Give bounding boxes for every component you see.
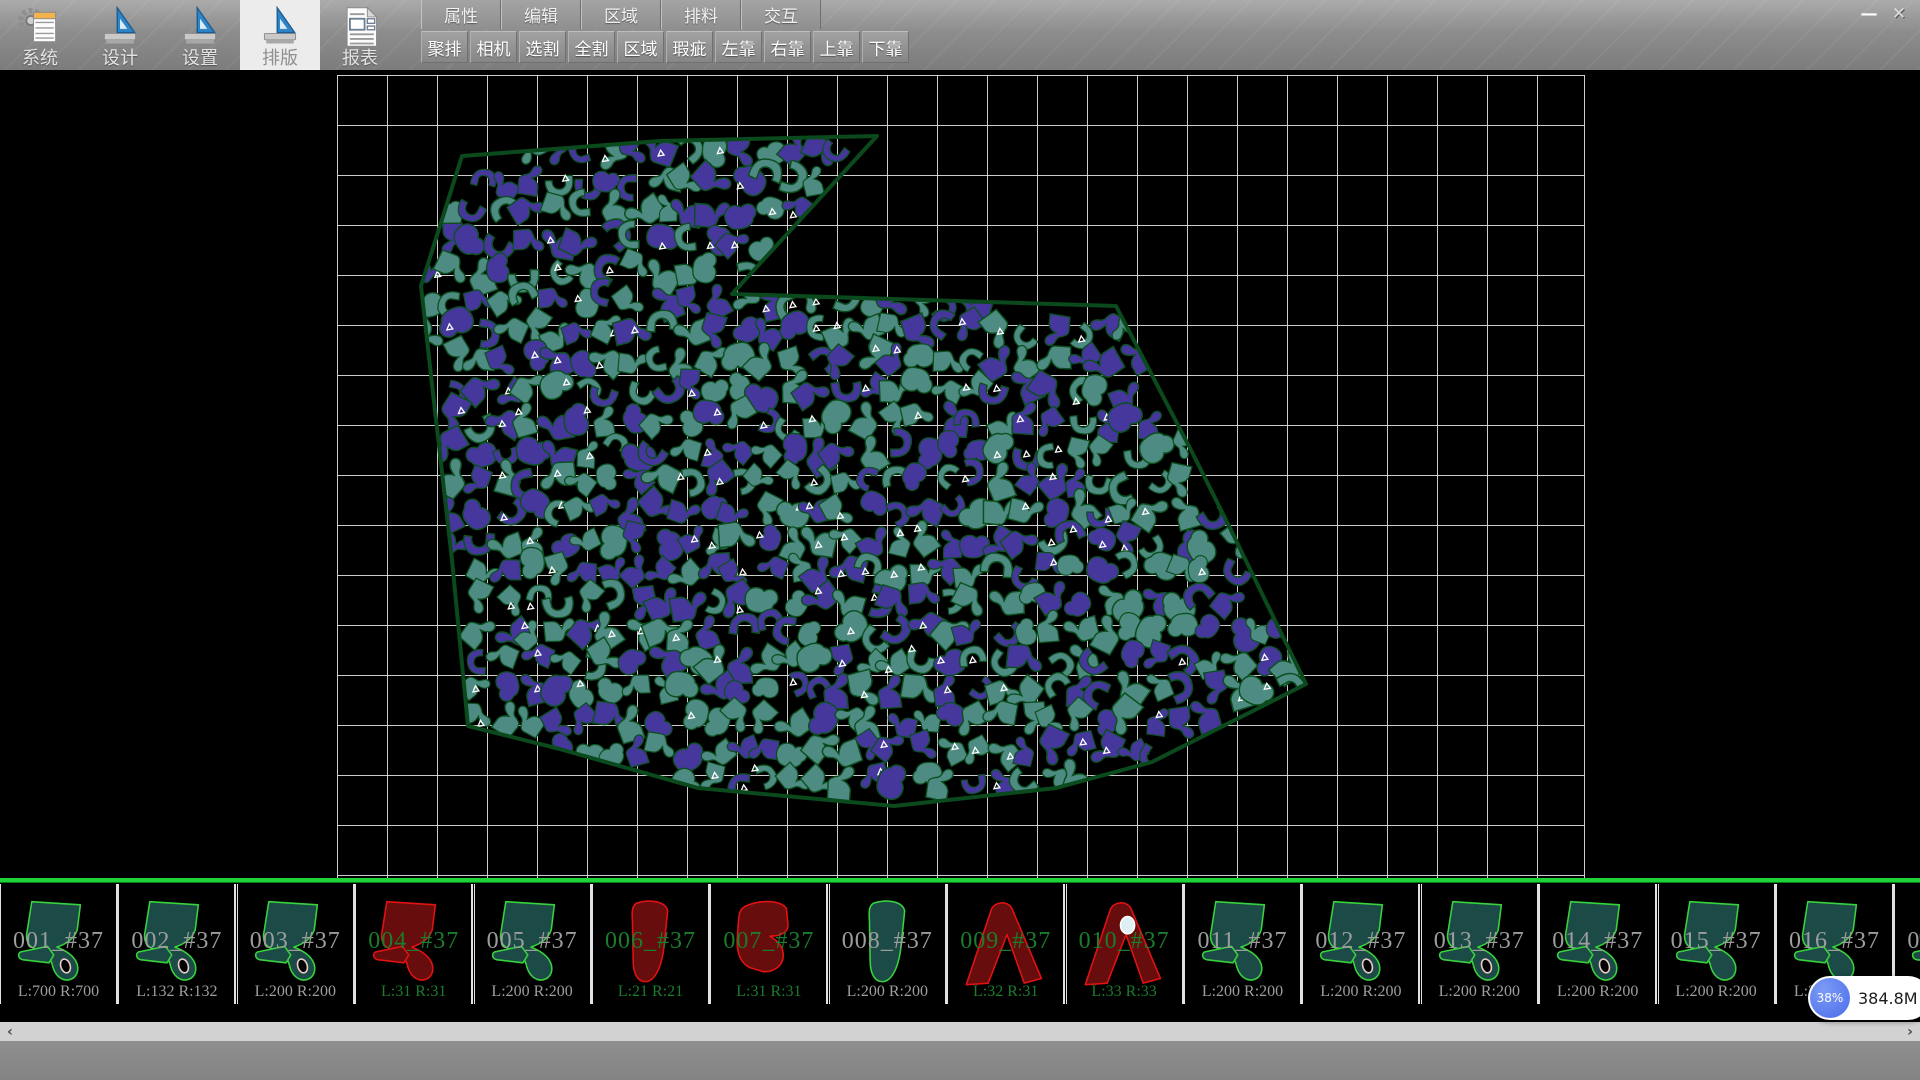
scroll-right-arrow-icon[interactable]: › [1900,1022,1920,1041]
piece-lr-count-label: L:31 R:31 [711,983,826,1001]
thumbnail-cell[interactable]: 010_#37 L:33 R:33 [1066,884,1184,1004]
thumbnail-cell[interactable]: 006_#37 L:21 R:21 [592,884,710,1004]
app-tab-design[interactable]: 设计 [80,0,160,70]
piece-lr-count-label: L:132 R:132 [119,983,234,1001]
app-tab-report[interactable]: 报表 [320,0,400,70]
tool-button-align-bottom[interactable]: 下靠 [862,31,909,63]
menu-tab-nesting[interactable]: 排料 [661,0,741,29]
piece-id-label: 008_#37 [830,928,945,955]
menu-tab-edit[interactable]: 编辑 [501,0,581,29]
main-toolbar: 系统设计设置排版报表 属性编辑区域排料交互 聚排相机选割全割区域瑕疵左靠右靠上靠… [0,0,1920,70]
piece-id-label: 006_#37 [593,928,708,955]
piece-id-label: 011_#37 [1185,928,1300,955]
piece-id-label: 001_#37 [1,928,116,955]
scroll-left-arrow-icon[interactable]: ‹ [0,1022,20,1041]
thumbnail-cell[interactable]: 009_#37 L:32 R:31 [947,884,1065,1004]
hide-nesting-layout [0,70,1920,882]
thumbnail-cell[interactable]: 005_#37 L:200 R:200 [474,884,592,1004]
menu-tab-row: 属性编辑区域排料交互 [421,0,911,29]
piece-lr-count-label: L:33 R:33 [1067,983,1182,1001]
thumbnail-cell[interactable]: 002_#37 L:132 R:132 [118,884,236,1004]
tool-button-camera[interactable]: 相机 [470,31,517,63]
nesting-canvas[interactable] [0,70,1920,882]
tool-button-defect[interactable]: 瑕疵 [666,31,713,63]
piece-id-label: 015_#37 [1659,928,1774,955]
piece-lr-count-label: L:200 R:200 [1303,983,1418,1001]
piece-lr-count-label: L:32 R:31 [948,983,1063,1001]
horizontal-scrollbar[interactable]: ‹ › [0,1022,1920,1041]
setsquare-icon [257,5,303,49]
piece-lr-count-label: L:200 R:200 [1659,983,1774,1001]
app-tab-system[interactable]: 系统 [0,0,80,70]
setsquare-icon [177,5,223,49]
setsquare-icon [97,5,143,49]
app-tab-layout[interactable]: 排版 [240,0,320,70]
tool-button-cut-all[interactable]: 全割 [568,31,615,63]
piece-id-label: 003_#37 [238,928,353,955]
piece-lr-count-label: L:200 R:200 [1422,983,1537,1001]
app-tab-bar: 系统 设计 设置 排版 报表 [0,0,400,70]
system-icon [17,5,63,49]
piece-id-label: 016_#37 [1777,928,1892,955]
memory-amount-label: 384.8M [1858,989,1918,1008]
tool-button-region[interactable]: 区域 [617,31,664,63]
usage-percent-badge: 38% [1810,978,1850,1018]
thumbnail-cell[interactable]: 012_#37 L:200 R:200 [1302,884,1420,1004]
tool-button-cluster-nest[interactable]: 聚排 [421,31,468,63]
piece-lr-count-label: L:200 R:200 [475,983,590,1001]
strip-separator-line [0,878,1920,883]
piece-id-label: 005_#37 [475,928,590,955]
piece-id-label: 013_#37 [1422,928,1537,955]
app-tab-label: 系统 [22,50,58,68]
thumbnail-cell[interactable]: 014_#37 L:200 R:200 [1539,884,1657,1004]
tool-button-align-right[interactable]: 右靠 [764,31,811,63]
app-tab-label: 设计 [102,50,138,68]
piece-lr-count-label: L:31 R:31 [356,983,471,1001]
piece-id-label: 004_#37 [356,928,471,955]
piece-lr-count-label: L:21 R:21 [593,983,708,1001]
thumbnail-cell[interactable]: 011_#37 L:200 R:200 [1184,884,1302,1004]
piece-lr-count-label: L:200 R:200 [830,983,945,1001]
piece-id-label: 014_#37 [1540,928,1655,955]
minimize-button[interactable]: — [1856,4,1882,24]
menu-tab-interact[interactable]: 交互 [741,0,821,29]
piece-id-label: 012_#37 [1303,928,1418,955]
piece-thumbnail-strip: 001_#37 L:700 R:700 002_#37 L:132 R:132 … [0,884,1920,1006]
status-bar [0,1041,1920,1080]
piece-lr-count-label: L:200 R:200 [1185,983,1300,1001]
report-icon [337,5,383,49]
piece-id-label: 007_#37 [711,928,826,955]
app-tab-label: 设置 [182,50,218,68]
piece-lr-count-label: L:200 R:200 [1540,983,1655,1001]
piece-id-label: 002_#37 [119,928,234,955]
piece-lr-count-label: L:200 R:200 [238,983,353,1001]
thumbnail-cell[interactable]: 008_#37 L:200 R:200 [829,884,947,1004]
thumbnail-cell[interactable]: 015_#37 L:200 R:200 [1658,884,1776,1004]
piece-id-label: 009_#37 [948,928,1063,955]
app-tab-settings[interactable]: 设置 [160,0,240,70]
piece-id-label: 017_#37 [1895,928,1920,955]
thumbnail-cell[interactable]: 001_#37 L:700 R:700 [0,884,118,1004]
app-tab-label: 报表 [342,50,378,68]
close-button[interactable]: ✕ [1886,4,1912,24]
tool-button-align-left[interactable]: 左靠 [715,31,762,63]
thumbnail-cell[interactable]: 003_#37 L:200 R:200 [237,884,355,1004]
tool-button-row: 聚排相机选割全割区域瑕疵左靠右靠上靠下靠 [421,31,911,64]
piece-lr-count-label: L:700 R:700 [1,983,116,1001]
tool-button-align-top[interactable]: 上靠 [813,31,860,63]
app-tab-label: 排版 [262,50,298,68]
memory-usage-badge[interactable]: 38% 384.8M [1808,976,1920,1020]
thumbnail-cell[interactable]: 013_#37 L:200 R:200 [1421,884,1539,1004]
menu-tab-properties[interactable]: 属性 [421,0,501,29]
menu-tab-region[interactable]: 区域 [581,0,661,29]
piece-id-label: 010_#37 [1067,928,1182,955]
thumbnail-cell[interactable]: 004_#37 L:31 R:31 [355,884,473,1004]
tool-button-select-cut[interactable]: 选割 [519,31,566,63]
thumbnail-cell[interactable]: 007_#37 L:31 R:31 [710,884,828,1004]
